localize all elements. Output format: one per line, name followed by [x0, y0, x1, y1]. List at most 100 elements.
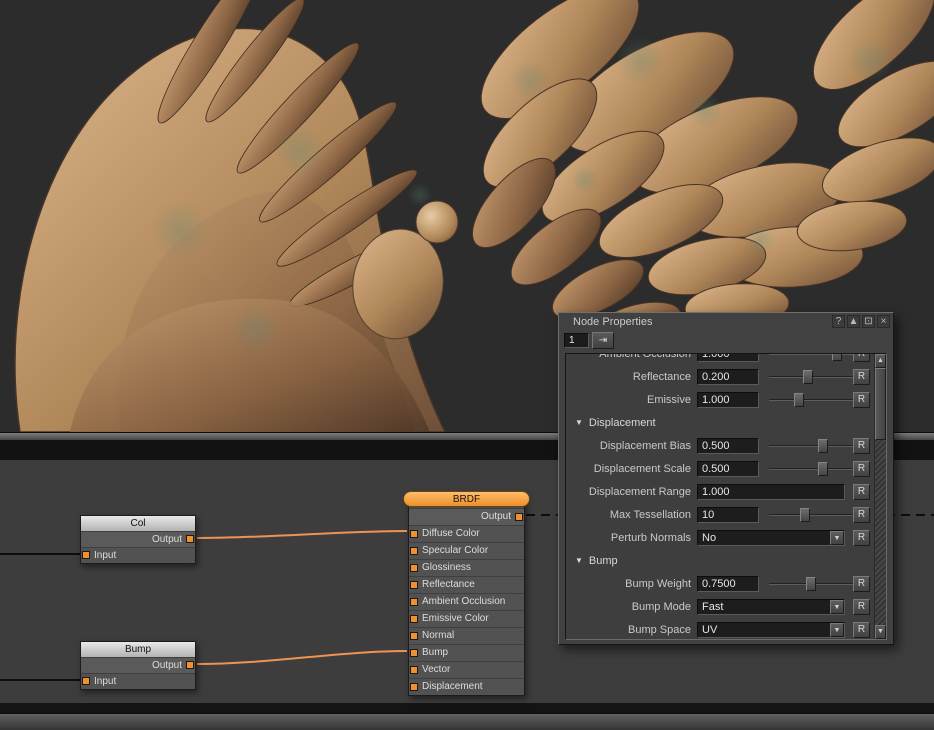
- section-open-icon: ▼: [575, 556, 583, 565]
- output-connector[interactable]: [515, 513, 523, 521]
- node-brdf[interactable]: BRDF Output Diffuse Color Specular Color…: [408, 492, 525, 696]
- prop-slider[interactable]: [769, 462, 853, 476]
- section-header-bump[interactable]: ▼ Bump: [566, 549, 874, 572]
- chevron-down-icon[interactable]: ▼: [830, 600, 844, 614]
- slider-handle[interactable]: [818, 462, 828, 476]
- prop-row-bump-space: Bump Space UV ▼ R: [566, 618, 874, 640]
- scrollbar-thumb[interactable]: [875, 368, 886, 440]
- input-label: Specular Color: [422, 545, 488, 556]
- prop-value-field[interactable]: 0.200: [697, 369, 759, 385]
- dropdown-value: UV: [702, 624, 717, 636]
- prop-label: Bump Weight: [569, 578, 697, 590]
- prop-dropdown[interactable]: UV ▼: [697, 622, 845, 638]
- reset-button[interactable]: R: [853, 622, 870, 638]
- node-bump[interactable]: Bump Output Input: [80, 641, 196, 690]
- prop-value-field[interactable]: 0.500: [697, 461, 759, 477]
- input-connector[interactable]: [410, 564, 418, 572]
- reset-button[interactable]: R: [853, 484, 870, 500]
- input-label: Displacement: [422, 681, 483, 692]
- divider-gap-bottom: [0, 703, 934, 713]
- shade-icon[interactable]: ▲: [847, 315, 860, 328]
- reset-button[interactable]: R: [853, 507, 870, 523]
- chevron-down-icon[interactable]: ▼: [830, 531, 844, 545]
- reset-button[interactable]: R: [853, 369, 870, 385]
- input-connector[interactable]: [410, 683, 418, 691]
- expand-icon[interactable]: ⊡: [862, 315, 875, 328]
- slider-groove: [769, 399, 853, 401]
- slider-groove: [769, 445, 853, 447]
- scroll-up-icon[interactable]: ▲: [875, 354, 886, 368]
- node-name-field[interactable]: 1: [564, 333, 589, 348]
- input-connector[interactable]: [410, 581, 418, 589]
- prop-slider[interactable]: [769, 577, 853, 591]
- input-connector[interactable]: [410, 598, 418, 606]
- node-brdf-input-glossiness: Glossiness: [409, 559, 524, 576]
- output-connector[interactable]: [186, 661, 194, 669]
- reset-button[interactable]: R: [853, 353, 870, 362]
- slider-handle[interactable]: [832, 353, 842, 361]
- reset-button[interactable]: R: [853, 438, 870, 454]
- section-header-displacement[interactable]: ▼ Displacement: [566, 411, 874, 434]
- prop-value-field[interactable]: 10: [697, 507, 759, 523]
- scroll-down-icon[interactable]: ▼: [875, 625, 886, 639]
- node-brdf-input-emissive-color: Emissive Color: [409, 610, 524, 627]
- input-connector[interactable]: [82, 677, 90, 685]
- prop-slider[interactable]: [769, 353, 853, 361]
- input-connector[interactable]: [410, 615, 418, 623]
- edit-node-button[interactable]: ⇥: [592, 332, 614, 349]
- help-icon[interactable]: ?: [832, 315, 845, 328]
- input-connector[interactable]: [410, 530, 418, 538]
- node-col-title[interactable]: Col: [81, 516, 195, 531]
- slider-handle[interactable]: [800, 508, 810, 522]
- input-connector[interactable]: [410, 666, 418, 674]
- prop-value-field[interactable]: 1.000: [697, 484, 845, 500]
- bottom-divider[interactable]: [0, 713, 934, 730]
- prop-dropdown[interactable]: No ▼: [697, 530, 845, 546]
- reset-button[interactable]: R: [853, 599, 870, 615]
- reset-button[interactable]: R: [853, 461, 870, 477]
- prop-slider[interactable]: [769, 439, 853, 453]
- node-brdf-input-diffuse-color: Diffuse Color: [409, 525, 524, 542]
- input-connector[interactable]: [410, 649, 418, 657]
- close-icon[interactable]: ×: [877, 315, 890, 328]
- input-label: Input: [94, 676, 116, 687]
- node-col[interactable]: Col Output Input: [80, 515, 196, 564]
- output-connector[interactable]: [186, 535, 194, 543]
- input-label: Ambient Occlusion: [422, 596, 505, 607]
- slider-handle[interactable]: [803, 370, 813, 384]
- prop-dropdown[interactable]: Fast ▼: [697, 599, 845, 615]
- prop-label: Emissive: [569, 394, 697, 406]
- slider-handle[interactable]: [818, 439, 828, 453]
- prop-row-reflectance: Reflectance 0.200 R: [566, 365, 874, 388]
- prop-value-field[interactable]: 0.500: [697, 438, 759, 454]
- reset-button[interactable]: R: [853, 530, 870, 546]
- input-label: Vector: [422, 664, 450, 675]
- prop-value-field[interactable]: 1.000: [697, 353, 759, 362]
- prop-value-field[interactable]: 1.000: [697, 392, 759, 408]
- scrollbar[interactable]: ▲ ▼: [874, 354, 886, 639]
- node-brdf-title[interactable]: BRDF: [403, 491, 530, 507]
- prop-slider[interactable]: [769, 393, 853, 407]
- slider-handle[interactable]: [806, 577, 816, 591]
- input-connector[interactable]: [410, 547, 418, 555]
- prop-slider[interactable]: [769, 370, 853, 384]
- input-connector[interactable]: [410, 632, 418, 640]
- slider-handle[interactable]: [794, 393, 804, 407]
- prop-value-field[interactable]: 0.7500: [697, 576, 759, 592]
- scrollbar-track[interactable]: [875, 440, 886, 625]
- prop-slider[interactable]: [769, 508, 853, 522]
- prop-label: Max Tessellation: [569, 509, 697, 521]
- node-bump-title[interactable]: Bump: [81, 642, 195, 657]
- chevron-down-icon[interactable]: ▼: [830, 623, 844, 637]
- prop-label: Displacement Range: [569, 486, 697, 498]
- reset-button[interactable]: R: [853, 392, 870, 408]
- node-bump-output-row: Output: [81, 657, 195, 673]
- reset-button[interactable]: R: [853, 576, 870, 592]
- prop-row-displacement-bias: Displacement Bias 0.500 R: [566, 434, 874, 457]
- prop-label: Bump Space: [569, 624, 697, 636]
- input-connector[interactable]: [82, 551, 90, 559]
- node-col-output-row: Output: [81, 531, 195, 547]
- slider-groove: [769, 514, 853, 516]
- panel-titlebar[interactable]: Node Properties ? ▲ ⊡ ×: [559, 313, 893, 329]
- node-brdf-input-reflectance: Reflectance: [409, 576, 524, 593]
